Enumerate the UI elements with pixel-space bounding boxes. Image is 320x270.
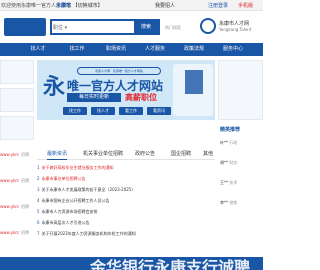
banner-illustration-figure — [185, 70, 203, 94]
top-bar: 欢迎使用永康唯一官方人才网站 永康市 【切换城市】 我要招人 注册登录 手机版 — [0, 0, 263, 11]
bottom-banner[interactable]: 金华银行永康支行诚聘 — [0, 257, 263, 270]
banner-big-char: 永 — [43, 74, 66, 100]
hero-banner[interactable]: 永康人才网 · 永康唯一官方人才网站 永 唯一官方人才网站 每日实时更新 高薪职… — [37, 60, 215, 120]
banner-button[interactable]: 看工作 — [119, 107, 143, 115]
left-ad[interactable] — [0, 116, 34, 140]
mobile-link[interactable]: 手机版 — [238, 2, 253, 9]
list-item[interactable]: 7 关于开展2023年度人力资源服务机构年检工作的通知 — [37, 229, 215, 239]
search-category-dropdown[interactable]: 职位 ▾ — [53, 24, 67, 31]
news-list: 1 关于做好高校毕业生就业服务工作的通知 2 永康市事业单位招聘公告 3 关于永康市人… — [37, 163, 215, 263]
scroll-indicator[interactable] — [3, 262, 15, 266]
register-login-link[interactable]: 注册登录 — [208, 2, 228, 9]
site-logo[interactable] — [4, 18, 46, 36]
city-switch-link[interactable]: 【切换城市】 — [73, 3, 103, 9]
left-ad[interactable] — [0, 88, 34, 112]
news-tabs: 最新资讯 机关事业单位招聘 政府公告 国企招聘 其他 — [37, 148, 215, 160]
search-button[interactable]: 搜索 — [134, 21, 158, 33]
banner-pill: 永康人才网 · 永康唯一官方人才网站 — [77, 67, 161, 75]
list-item[interactable]: 4 永康市国有企业公开招聘工作人员公告 — [37, 196, 215, 206]
main-nav: 找人才 找工作 职场资讯 人才服务 政策法规 服务中心 — [0, 43, 263, 56]
bottom-banner-text: 金华银行永康支行诚聘 — [90, 258, 251, 270]
list-item[interactable]: 5 永康市人力资源市场招聘会安排 — [37, 207, 215, 217]
right-sidebar: 精英推荐 叶** 行政 胡** 财务 王** 技术 李** 销售 — [218, 60, 263, 270]
hot-search-label: 热门搜索 — [165, 25, 181, 30]
list-item[interactable]: 2 永康市事业单位招聘公告 — [37, 174, 215, 184]
city-selector[interactable]: 永康市 【切换城市】 — [56, 2, 103, 9]
city-name: 永康市 — [56, 3, 72, 9]
nav-item[interactable]: 职场资讯 — [98, 43, 134, 56]
list-item[interactable]: 6 永康市高层次人才引进公告 — [37, 218, 215, 228]
left-link[interactable]: www.ykrc 招聘 — [0, 230, 34, 240]
left-link[interactable]: www.ykrc 招聘 — [0, 204, 34, 214]
banner-button[interactable]: 找工作 — [63, 107, 87, 115]
nav-item[interactable]: 人才服务 — [137, 43, 173, 56]
tab-latest[interactable]: 最新资讯 — [47, 150, 68, 160]
person-item[interactable]: 胡** 财务 — [220, 160, 237, 166]
banner-subtitle: 每日实时更新 — [67, 93, 121, 102]
header: 职位 ▾ 搜索 热门搜索 永康市人才网 Yongkang Talent — [0, 11, 263, 43]
nav-item[interactable]: 政策法规 — [176, 43, 212, 56]
partner-logo: 永康市人才网 Yongkang Talent — [200, 16, 260, 38]
left-ad[interactable] — [0, 60, 34, 84]
left-link[interactable]: www.ykrc 招聘 — [0, 152, 34, 162]
emblem-icon — [200, 18, 216, 34]
banner-button[interactable]: 找人才 — [91, 107, 115, 115]
elite-title: 精英推荐 — [220, 127, 241, 133]
partner-logo-title: 永康市人才网 — [219, 21, 250, 27]
tab-public-jobs[interactable]: 机关事业单位招聘 — [83, 150, 123, 157]
nav-item[interactable]: 找人才 — [20, 43, 56, 56]
banner-button[interactable]: 看资讯 — [147, 107, 171, 115]
tab-other[interactable]: 其他 — [203, 150, 213, 157]
left-sidebar: www.ykrc 招聘 www.ykrc 招聘 www.ykrc 招聘 www.ykr… — [0, 60, 34, 270]
list-item[interactable]: 3 关于永康市人才发展政策的若干意见（2023-2025） — [37, 185, 215, 195]
partner-logo-subtitle: Yongkang Talent — [219, 27, 252, 32]
search-box[interactable]: 职位 ▾ 搜索 — [50, 19, 160, 35]
banner-highlight: 高薪职位 — [125, 93, 157, 102]
left-link[interactable]: www.ykrc 招聘 — [0, 178, 34, 188]
tab-soe-jobs[interactable]: 国企招聘 — [171, 150, 191, 157]
post-job-link[interactable]: 我要招人 — [155, 2, 175, 9]
nav-item[interactable]: 找工作 — [59, 43, 95, 56]
person-item[interactable]: 叶** 行政 — [220, 140, 237, 146]
nav-item[interactable]: 服务中心 — [215, 43, 251, 56]
person-item[interactable]: 王** 技术 — [220, 180, 237, 186]
person-item[interactable]: 李** 销售 — [220, 200, 237, 206]
right-ad[interactable] — [218, 60, 263, 120]
tab-gov-notice[interactable]: 政府公告 — [135, 150, 155, 157]
list-item[interactable]: 1 关于做好高校毕业生就业服务工作的通知 — [37, 163, 215, 173]
